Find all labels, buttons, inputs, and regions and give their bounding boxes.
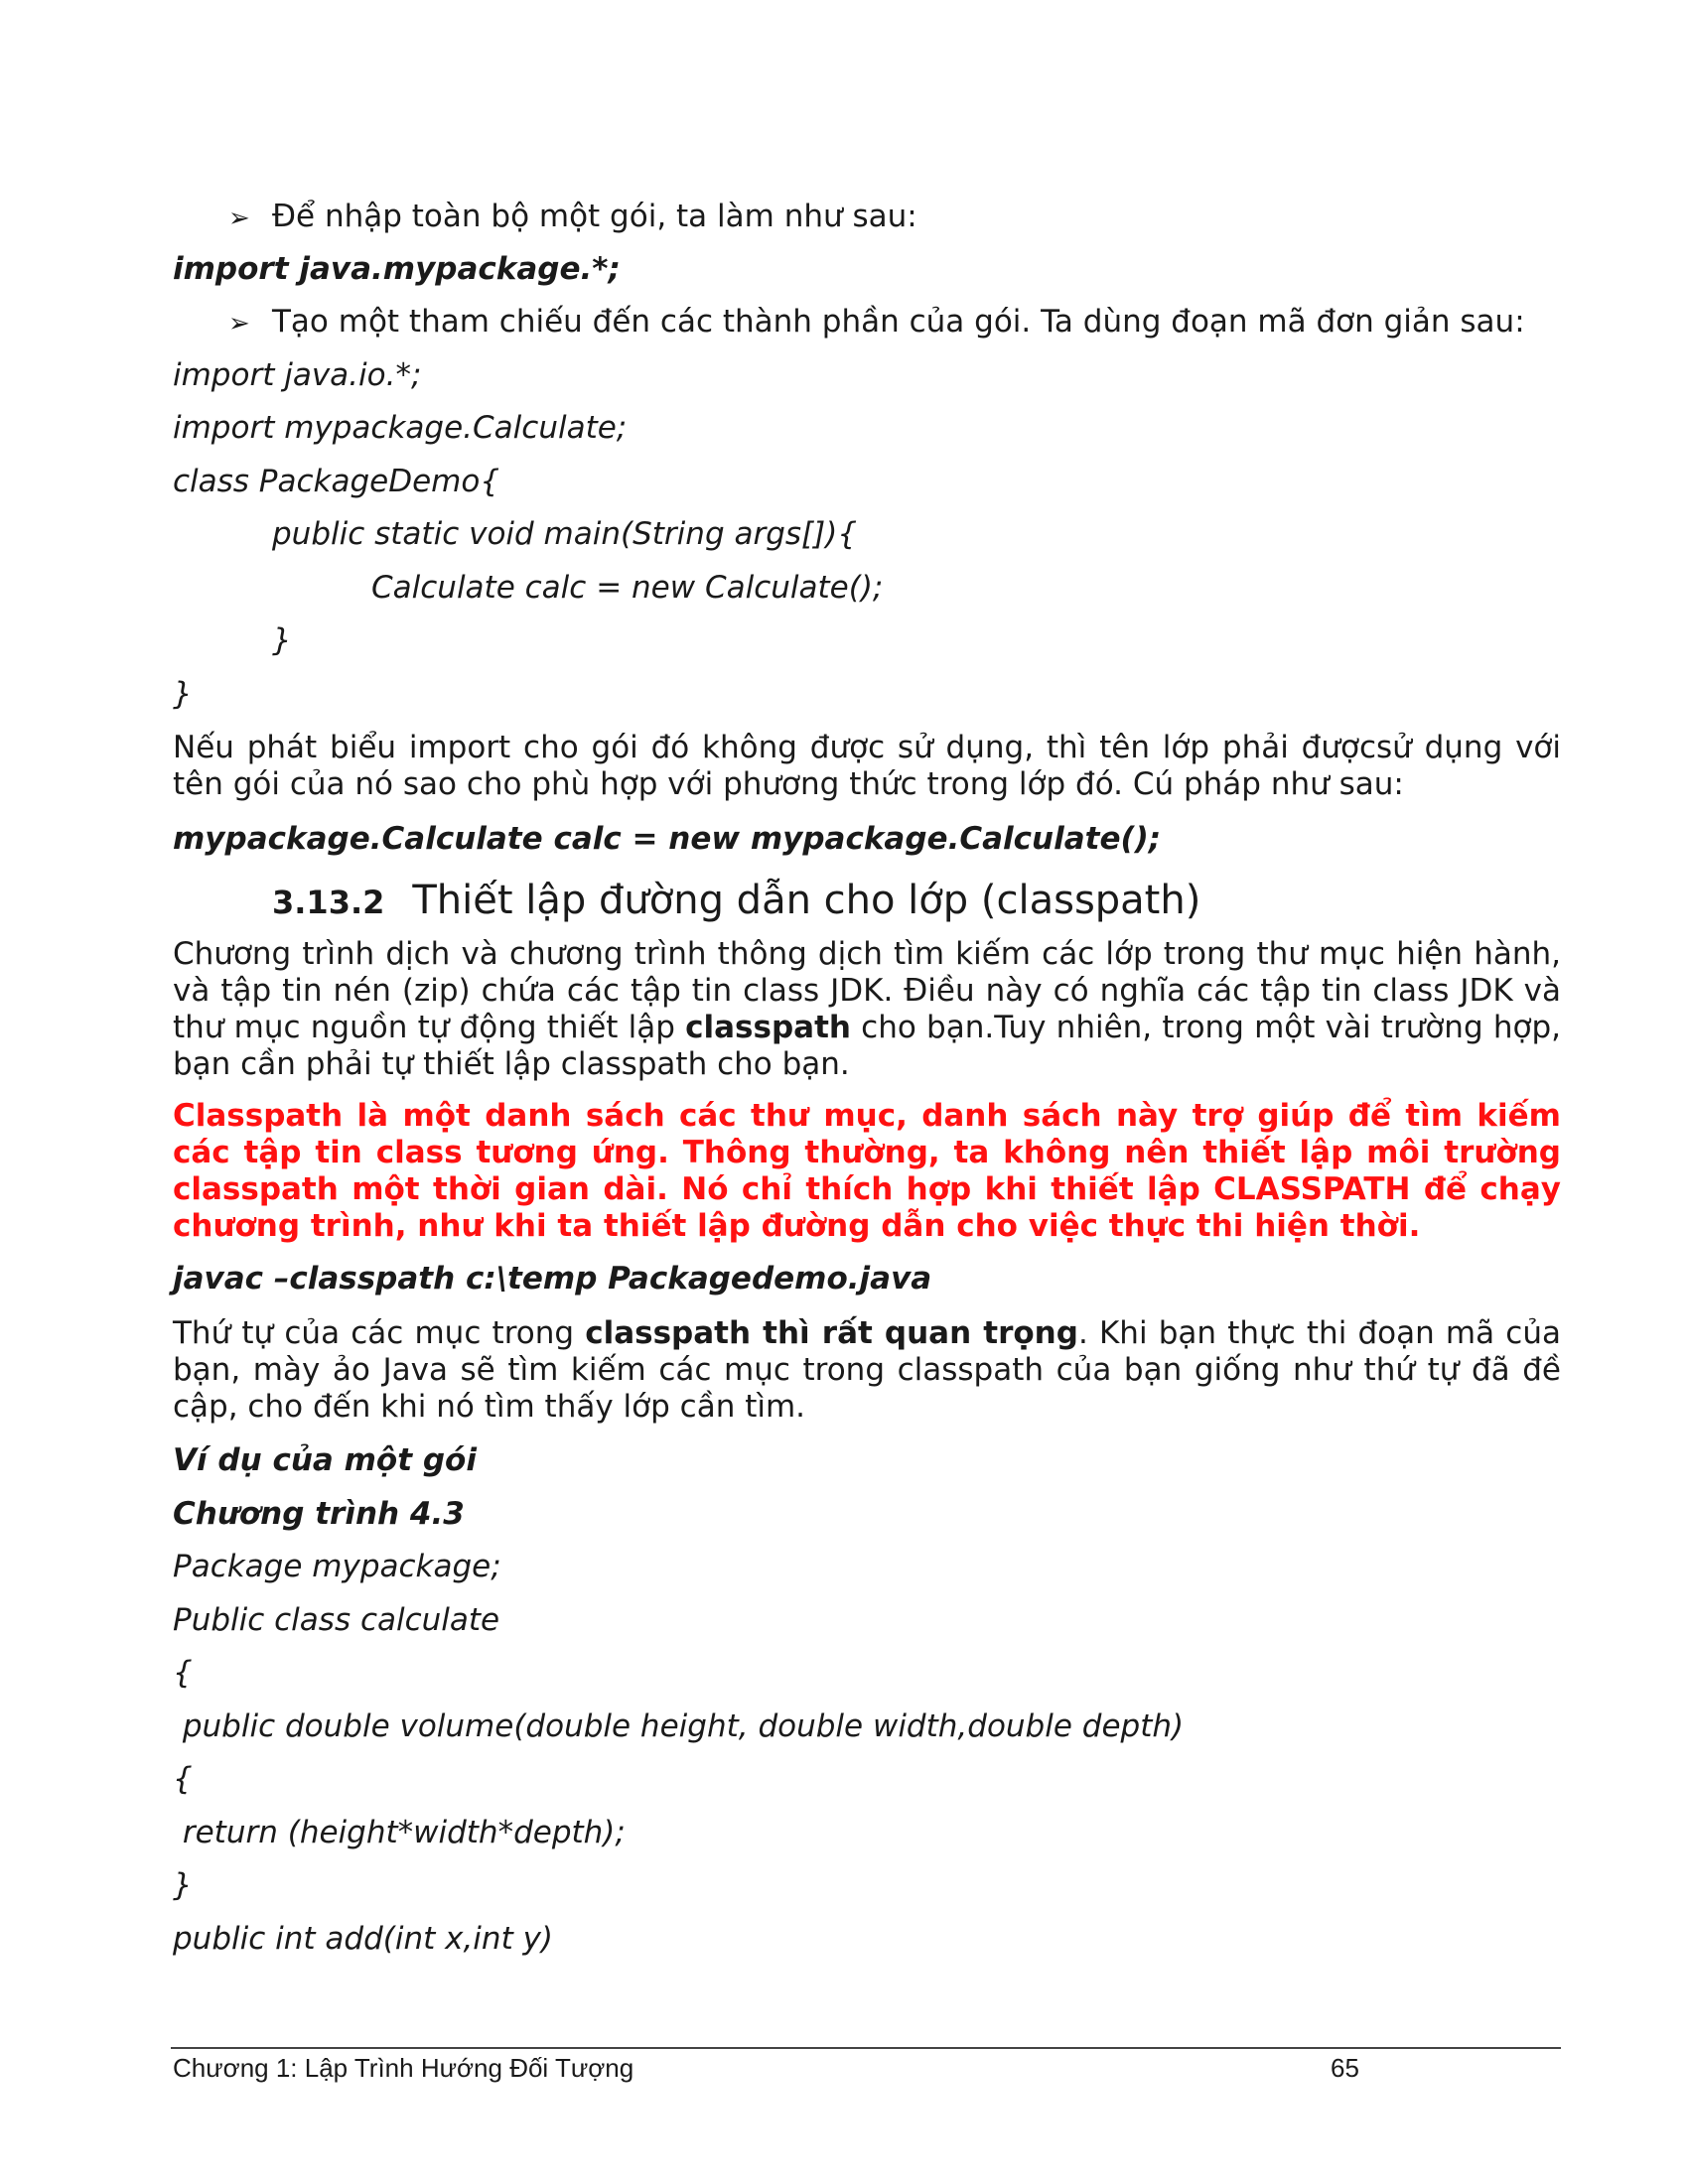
document-page: ➢ Để nhập toàn bộ một gói, ta làm như sau… <box>0 0 1688 2184</box>
code-line: class PackageDemo{ <box>173 464 500 499</box>
code-import-all: import java.mypackage.*; <box>173 251 621 287</box>
section-title: Thiết lập đường dẫn cho lớp (classpath) <box>412 878 1201 923</box>
code-line: public static void main(String args[]){ <box>272 516 858 552</box>
code-line: } <box>272 622 292 658</box>
code-line: Public class calculate <box>173 1602 500 1638</box>
footer-chapter: Chương 1: Lập Trình Hướng Đối Tượng <box>173 2053 634 2083</box>
bullet-reference: ➢ Tạo một tham chiếu đến các thành phần c… <box>228 304 1525 342</box>
paragraph-order: Thứ tự của các mục trong classpath thì r… <box>173 1315 1561 1425</box>
paragraph-classpath-intro: Chương trình dịch và chương trình thông … <box>173 936 1561 1082</box>
code-line: public double volume(double height, doub… <box>173 1708 1185 1744</box>
syntax-line: mypackage.Calculate calc = new mypackage… <box>173 821 1162 857</box>
bold-term: classpath thì rất quan trọng <box>585 1315 1078 1351</box>
example-title: Ví dụ của một gói <box>173 1442 477 1478</box>
arrow-bullet-icon: ➢ <box>228 204 250 233</box>
bullet-text: Để nhập toàn bộ một gói, ta làm như sau: <box>272 199 917 234</box>
section-number: 3.13.2 <box>272 884 385 921</box>
paragraph-import-note: Nếu phát biểu import cho gói đó không đư… <box>173 730 1561 802</box>
code-line: Calculate calc = new Calculate(); <box>371 570 884 606</box>
code-line: } <box>173 676 193 712</box>
program-title: Chương trình 4.3 <box>173 1496 465 1532</box>
javac-command: javac –classpath c:\temp Packagedemo.jav… <box>173 1261 932 1297</box>
bullet-import-all: ➢ Để nhập toàn bộ một gói, ta làm như sau… <box>228 199 917 237</box>
bullet-text: Tạo một tham chiếu đến các thành phần củ… <box>272 304 1525 340</box>
code-line: { <box>173 1761 193 1797</box>
footer-divider <box>171 2047 1561 2049</box>
code-line: import java.io.*; <box>173 357 422 393</box>
highlight-paragraph: Classpath là một danh sách các thư mục, … <box>173 1098 1561 1244</box>
arrow-bullet-icon: ➢ <box>228 309 250 339</box>
code-line: public int add(int x,int y) <box>173 1921 554 1957</box>
code-line: } <box>173 1867 193 1903</box>
section-heading: 3.13.2 Thiết lập đường dẫn cho lớp (class… <box>272 877 1200 926</box>
code-line: import mypackage.Calculate; <box>173 410 628 446</box>
code-line: Package mypackage; <box>173 1549 501 1584</box>
bold-term: classpath <box>685 1010 851 1045</box>
code-line: { <box>173 1655 193 1691</box>
page-number: 65 <box>1331 2053 1359 2083</box>
code-line: return (height*width*depth); <box>173 1815 626 1850</box>
